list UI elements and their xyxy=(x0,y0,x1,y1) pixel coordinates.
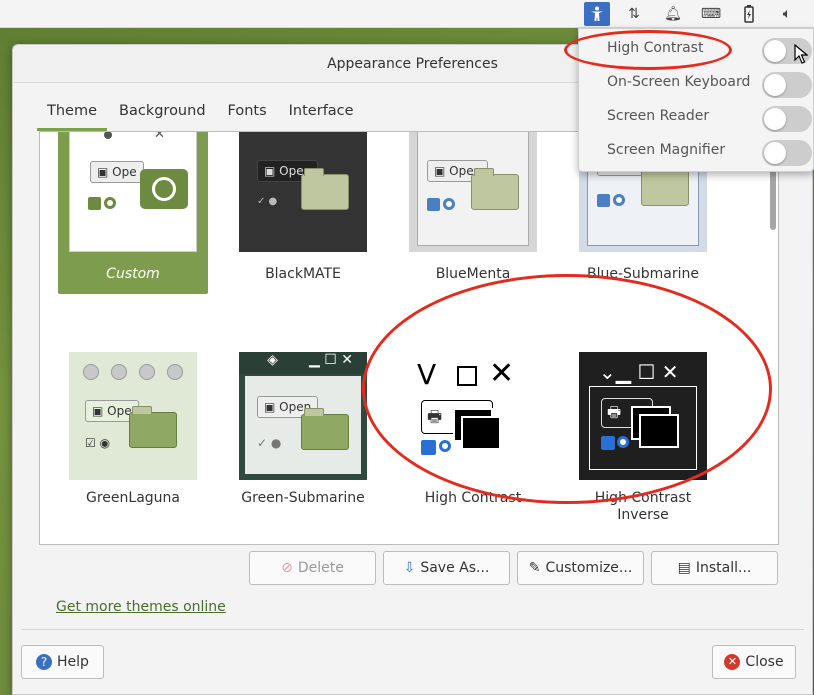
package-icon: ▤ xyxy=(677,560,691,576)
theme-high-contrast-inverse[interactable]: ⌄▁ ☐ ✕ 🖶︎ High Contrast Inverse xyxy=(568,352,718,523)
theme-label: Custom xyxy=(106,266,160,282)
tab-bar: Theme Background Fonts Interface xyxy=(37,95,366,131)
theme-thumbnail: ✕ ▣ Ope xyxy=(69,132,197,252)
close-icon: ✕ xyxy=(724,654,741,670)
theme-label: High Contrast xyxy=(424,490,522,506)
theme-blackmate[interactable]: ▣ Open ✓ ● BlackMATE xyxy=(228,132,378,294)
accessibility-icon[interactable] xyxy=(584,2,610,26)
get-more-themes-link[interactable]: Get more themes online xyxy=(56,599,226,615)
help-button[interactable]: ? Help xyxy=(21,645,104,679)
theme-label: BlueMenta xyxy=(435,266,511,282)
tab-background[interactable]: Background xyxy=(109,95,216,131)
theme-thumbnail: ▣ Open ✓ ● xyxy=(239,132,367,252)
menu-item-high-contrast[interactable]: High Contrast xyxy=(579,32,814,66)
delete-icon: ⊘ xyxy=(281,560,293,576)
theme-label: Blue-Submarine xyxy=(586,266,700,282)
battery-icon[interactable] xyxy=(736,2,762,26)
theme-grid: ✕ ▣ Ope Custom ▣ Open ✓ ● BlackMATE ▣ Op… xyxy=(39,131,779,545)
theme-label: GreenLaguna xyxy=(86,490,180,506)
notifications-icon[interactable]: 🔔︎ xyxy=(660,2,686,26)
theme-bluementa[interactable]: ▣ Open BlueMenta xyxy=(398,132,548,294)
on-screen-keyboard-toggle[interactable] xyxy=(762,72,812,98)
delete-button[interactable]: ⊘ Delete xyxy=(249,551,376,585)
theme-thumbnail: V ✕ 🖶︎ xyxy=(409,352,537,480)
theme-high-contrast[interactable]: V ✕ 🖶︎ High Contrast xyxy=(398,352,548,522)
theme-custom[interactable]: ✕ ▣ Ope Custom xyxy=(58,132,208,294)
mouse-cursor-icon xyxy=(794,44,808,64)
theme-greenlaguna[interactable]: ▣ Ope ☑ ◉ GreenLaguna xyxy=(58,352,208,522)
install-button[interactable]: ▤ Install... xyxy=(651,551,778,585)
theme-green-submarine[interactable]: ◈ ▁ ☐ ✕ ▣ Open ✓ ● Green-Submarine xyxy=(228,352,378,522)
theme-thumbnail: ⌄▁ ☐ ✕ 🖶︎ xyxy=(579,352,707,480)
theme-label: BlackMATE xyxy=(265,266,341,282)
close-button[interactable]: ✕ Close xyxy=(712,645,796,679)
customize-button[interactable]: ✎ Customize... xyxy=(517,551,644,585)
download-icon: ⇩ xyxy=(403,560,416,576)
save-as-button[interactable]: ⇩ Save As... xyxy=(383,551,510,585)
tab-fonts[interactable]: Fonts xyxy=(218,95,277,131)
menu-item-screen-magnifier[interactable]: Screen Magnifier xyxy=(579,134,814,168)
theme-thumbnail: ◈ ▁ ☐ ✕ ▣ Open ✓ ● xyxy=(239,352,367,480)
screen-reader-toggle[interactable] xyxy=(762,106,812,132)
accessibility-menu: High Contrast On-Screen Keyboard Screen … xyxy=(578,28,814,172)
help-icon: ? xyxy=(36,654,53,670)
menu-item-on-screen-keyboard[interactable]: On-Screen Keyboard xyxy=(579,66,814,100)
volume-icon[interactable]: 🔈︎ xyxy=(774,2,800,26)
divider xyxy=(21,629,804,630)
edit-icon: ✎ xyxy=(528,560,541,576)
theme-thumbnail: ▣ Ope ☑ ◉ xyxy=(69,352,197,480)
theme-label: Green-Submarine xyxy=(241,490,365,506)
network-icon[interactable]: ⇅ xyxy=(621,2,647,26)
screen-magnifier-toggle[interactable] xyxy=(762,140,812,166)
tab-theme[interactable]: Theme xyxy=(37,95,108,131)
tab-interface[interactable]: Interface xyxy=(279,95,364,131)
theme-thumbnail: ▣ Open xyxy=(409,132,537,252)
theme-label: High Contrast Inverse xyxy=(594,490,692,523)
top-panel: ⇅ 🔔︎ ⌨ 🔈︎ xyxy=(0,0,814,28)
menu-item-screen-reader[interactable]: Screen Reader xyxy=(579,100,814,134)
keyboard-icon[interactable]: ⌨ xyxy=(698,2,724,26)
